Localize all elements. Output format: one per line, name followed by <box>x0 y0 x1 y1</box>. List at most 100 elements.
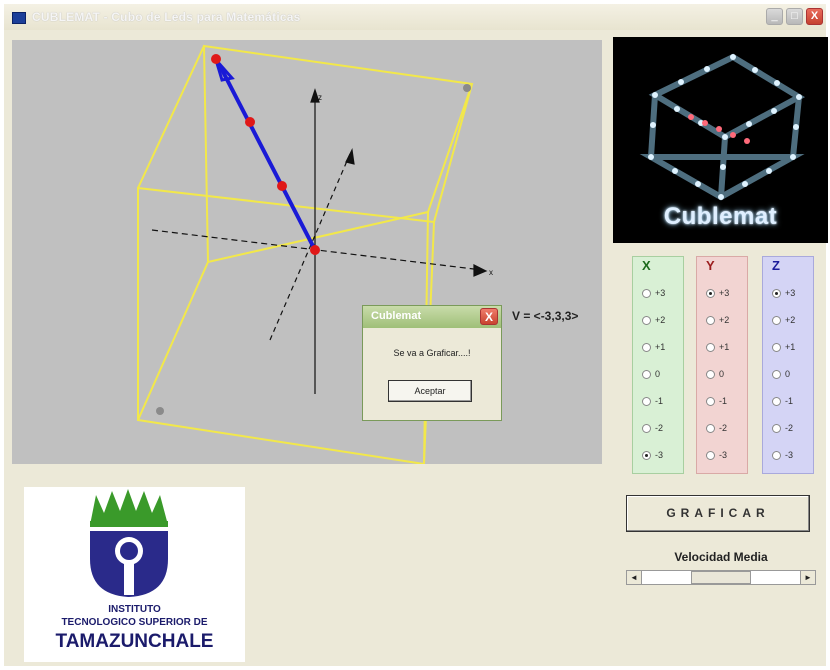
z-radio-option[interactable]: -3 <box>772 449 812 463</box>
x-radio-option[interactable]: -2 <box>642 422 682 436</box>
radio-option-label: -3 <box>719 450 728 460</box>
radio-circle-icon[interactable] <box>642 316 651 325</box>
x-axis-heading: X <box>642 258 651 273</box>
y-axis-selector: Y +3 +2 +1 0 -1 -2 -3 <box>696 256 748 474</box>
radio-circle-icon[interactable] <box>772 316 781 325</box>
radio-option-label: +3 <box>655 288 666 298</box>
dialog-message: Se va a Graficar....! <box>393 348 471 358</box>
radio-option-label: -2 <box>785 423 794 433</box>
cublemat-logo-panel: Cublemat <box>613 37 828 243</box>
y-radio-option[interactable]: -1 <box>706 395 746 409</box>
y-radio-option[interactable]: -2 <box>706 422 746 436</box>
speed-label: Velocidad Media <box>674 550 768 564</box>
z-radio-option[interactable]: +1 <box>772 341 812 355</box>
radio-circle-icon[interactable] <box>706 370 715 379</box>
y-axis-heading: Y <box>706 258 715 273</box>
radio-circle-icon[interactable] <box>642 370 651 379</box>
z-radio-option[interactable]: +3 <box>772 287 812 301</box>
title-bar: CUBLEMAT - Cubo de Leds para Matemáticas… <box>4 4 826 30</box>
radio-option-label: +1 <box>719 342 730 352</box>
app-icon <box>12 12 26 24</box>
radio-circle-icon[interactable] <box>772 451 781 460</box>
cube-edge-bottom-left <box>137 261 209 421</box>
radio-option-label: 0 <box>719 369 725 379</box>
cube-3d-plot: z x <box>137 44 493 464</box>
radio-circle-icon[interactable] <box>706 343 715 352</box>
close-button[interactable]: X <box>806 8 823 25</box>
radio-circle-icon[interactable] <box>772 343 781 352</box>
radio-option-label: +2 <box>655 315 666 325</box>
y-radio-option[interactable]: +1 <box>706 341 746 355</box>
radio-option-label: -3 <box>785 450 794 460</box>
x-radio-option[interactable]: +2 <box>642 314 682 328</box>
y-radio-option[interactable]: +3 <box>706 287 746 301</box>
dialog-title-bar: Cublemat X <box>363 306 501 328</box>
radio-circle-icon[interactable] <box>706 316 715 325</box>
graficar-button[interactable]: GRAFICAR <box>626 495 810 532</box>
radio-circle-icon[interactable] <box>706 397 715 406</box>
cube-edge-top-right <box>433 83 473 223</box>
z-radio-option[interactable]: +2 <box>772 314 812 328</box>
cublemat-logo-text: Cublemat <box>663 203 778 230</box>
message-dialog: Cublemat X Se va a Graficar....! Aceptar <box>362 305 502 421</box>
y-radio-option[interactable]: 0 <box>706 368 746 382</box>
institution-line-3: TAMAZUNCHALE <box>55 631 214 652</box>
dialog-ok-button[interactable]: Aceptar <box>388 380 472 402</box>
radio-circle-icon[interactable] <box>772 424 781 433</box>
radio-option-label: -1 <box>719 396 728 406</box>
y-radio-option[interactable]: -3 <box>706 449 746 463</box>
x-axis-label: x <box>489 268 493 277</box>
x-radio-option[interactable]: +1 <box>642 341 682 355</box>
z-radio-option[interactable]: -1 <box>772 395 812 409</box>
radio-option-label: 0 <box>655 369 661 379</box>
radio-option-label: 0 <box>785 369 791 379</box>
radio-circle-icon[interactable] <box>642 397 651 406</box>
z-axis-selector: Z +3 +2 +1 0 -1 -2 -3 <box>762 256 814 474</box>
x-axis-arrow <box>473 264 488 277</box>
radio-circle-icon[interactable] <box>772 289 781 298</box>
maximize-button[interactable]: □ <box>786 8 803 25</box>
y-axis-arrow <box>345 148 355 165</box>
radio-circle-icon[interactable] <box>642 424 651 433</box>
speed-scrollbar[interactable]: ◄ ► <box>626 570 816 585</box>
radio-circle-icon[interactable] <box>706 289 715 298</box>
x-radio-option[interactable]: -1 <box>642 395 682 409</box>
led-off <box>156 407 164 415</box>
institution-line-1: INSTITUTO <box>108 604 161 615</box>
radio-circle-icon[interactable] <box>642 451 651 460</box>
x-radio-option[interactable]: 0 <box>642 368 682 382</box>
dialog-close-button[interactable]: X <box>480 308 498 325</box>
radio-option-label: +2 <box>719 315 730 325</box>
z-axis-label: z <box>318 93 322 102</box>
radio-option-label: -3 <box>655 450 664 460</box>
scroll-right-arrow[interactable]: ► <box>800 571 815 584</box>
radio-option-label: -2 <box>655 423 664 433</box>
x-radio-option[interactable]: -3 <box>642 449 682 463</box>
radio-circle-icon[interactable] <box>706 451 715 460</box>
led-on <box>277 181 287 191</box>
scroll-left-arrow[interactable]: ◄ <box>627 571 642 584</box>
x-radio-option[interactable]: +3 <box>642 287 682 301</box>
led-on <box>211 54 221 64</box>
radio-circle-icon[interactable] <box>706 424 715 433</box>
radio-circle-icon[interactable] <box>772 370 781 379</box>
minimize-button[interactable]: _ <box>766 8 783 25</box>
radio-option-label: -2 <box>719 423 728 433</box>
z-axis-heading: Z <box>772 258 780 273</box>
radio-option-label: -1 <box>785 396 794 406</box>
radio-circle-icon[interactable] <box>642 289 651 298</box>
radio-option-label: +1 <box>655 342 666 352</box>
z-radio-option[interactable]: 0 <box>772 368 812 382</box>
radio-circle-icon[interactable] <box>772 397 781 406</box>
scroll-thumb[interactable] <box>691 571 751 584</box>
radio-option-label: +3 <box>719 288 730 298</box>
z-radio-option[interactable]: -2 <box>772 422 812 436</box>
radio-option-label: +3 <box>785 288 796 298</box>
radio-option-label: -1 <box>655 396 664 406</box>
institution-emblem <box>90 489 168 597</box>
x-axis-selector: X +3 +2 +1 0 -1 -2 -3 <box>632 256 684 474</box>
dialog-title: Cublemat <box>371 310 422 322</box>
cube-graph-area: z x <box>12 40 602 464</box>
radio-circle-icon[interactable] <box>642 343 651 352</box>
y-radio-option[interactable]: +2 <box>706 314 746 328</box>
